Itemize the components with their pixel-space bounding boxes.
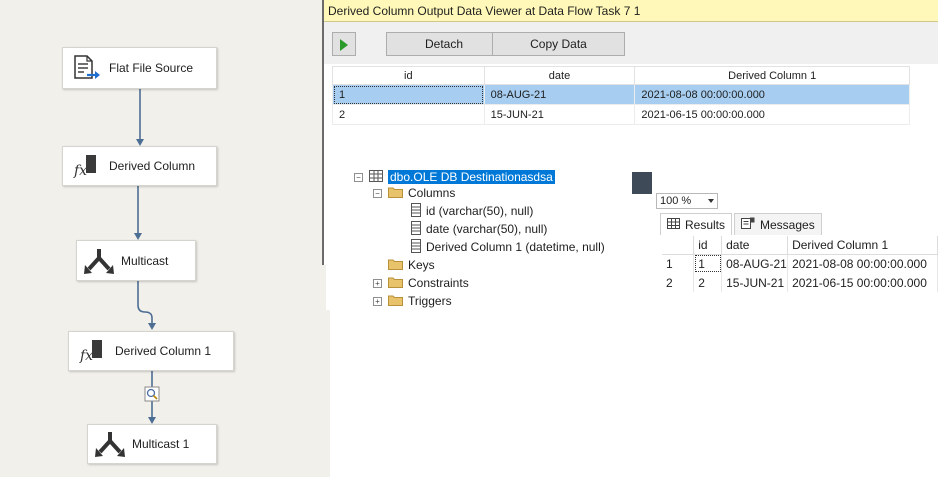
node-label: Multicast 1 (132, 437, 190, 451)
detach-button[interactable]: Detach (386, 32, 502, 56)
cell[interactable]: 2 (693, 273, 723, 292)
cell[interactable]: 08-AUG-21 (721, 254, 789, 273)
data-flow-canvas: Flat File Source fx Derived Column Multi… (0, 0, 330, 477)
arrowhead-icon (134, 233, 142, 240)
tree-node-keys[interactable]: Keys (388, 256, 435, 274)
derived-column-1-node[interactable]: fx Derived Column 1 (68, 331, 234, 371)
data-viewer-magnifier-icon[interactable] (144, 386, 160, 402)
row-number: 2 (662, 273, 695, 292)
folder-icon (388, 294, 403, 309)
arrowhead-icon (136, 139, 144, 146)
flat-file-source-node[interactable]: Flat File Source (62, 47, 217, 89)
column-header-date[interactable]: date (483, 66, 636, 85)
svg-text:fx: fx (79, 348, 93, 364)
viewer-grid: id date Derived Column 1 1 08-AUG-21 202… (332, 66, 910, 125)
table-row[interactable]: 1 1 08-AUG-21 2021-08-08 00:00:00.000 (662, 254, 938, 273)
zoom-value: 100 % (660, 195, 692, 207)
cell[interactable]: 1 (332, 84, 485, 105)
query-results-pane: 100 % Results Messages id date Derived C… (632, 172, 938, 310)
column-header-derived-column-1[interactable]: Derived Column 1 (634, 66, 910, 85)
viewer-title: Derived Column Output Data Viewer at Dat… (324, 0, 938, 22)
arrowhead-icon (148, 417, 156, 424)
chevron-down-icon (708, 199, 714, 203)
collapse-icon[interactable]: − (354, 172, 363, 182)
cell[interactable]: 2021-08-08 00:00:00.000 (787, 254, 938, 273)
tree-node-label: id (varchar(50), null) (426, 204, 534, 218)
path-multicast-to-derived1[interactable] (137, 281, 153, 324)
multicast-node[interactable]: Multicast (76, 240, 196, 281)
cell[interactable]: 1 (693, 254, 723, 273)
play-icon (340, 39, 348, 51)
cell[interactable]: 2 (332, 104, 485, 125)
tree-node-label: date (varchar(50), null) (426, 222, 548, 236)
cell[interactable]: 08-AUG-21 (483, 84, 636, 105)
continue-button[interactable] (332, 32, 356, 56)
cell[interactable]: 2021-06-15 00:00:00.000 (787, 273, 938, 292)
tree-node-column[interactable]: id (varchar(50), null) (411, 202, 533, 220)
results-tabs: Results Messages (660, 213, 824, 235)
cell[interactable]: 15-JUN-21 (483, 104, 636, 125)
viewer-toolbar: Detach Copy Data (324, 22, 938, 64)
node-label: Derived Column (109, 159, 196, 173)
results-grid: id date Derived Column 1 1 1 08-AUG-21 2… (662, 236, 938, 292)
grid-icon (667, 217, 680, 232)
flat-file-source-icon (63, 54, 109, 82)
table-row[interactable]: 2 2 15-JUN-21 2021-06-15 00:00:00.000 (662, 273, 938, 292)
column-header-id[interactable]: id (332, 66, 485, 85)
cell[interactable]: 15-JUN-21 (721, 273, 789, 292)
tab-messages[interactable]: Messages (734, 213, 822, 235)
column-icon (411, 238, 421, 256)
table-row[interactable]: 1 08-AUG-21 2021-08-08 00:00:00.000 (332, 84, 910, 105)
tree-node-label: Constraints (408, 276, 469, 290)
tree-node-label: Keys (408, 258, 435, 272)
column-header-date[interactable]: date (721, 236, 789, 255)
editor-strip (632, 172, 938, 194)
column-icon (411, 202, 421, 220)
tree-node-label: Columns (408, 186, 456, 200)
node-label: Multicast (121, 253, 169, 268)
tab-label: Results (685, 217, 726, 232)
tree-node-label: dbo.OLE DB Destinationasdsa (388, 170, 555, 184)
row-number: 1 (662, 254, 695, 273)
arrowhead-icon (148, 323, 156, 330)
folder-icon (388, 186, 403, 201)
object-explorer-tree: − dbo.OLE DB Destinationasdsa − Columns … (326, 168, 632, 310)
tab-label: Messages (760, 217, 815, 232)
folder-icon (388, 276, 403, 291)
multicast-1-node[interactable]: Multicast 1 (87, 424, 217, 464)
column-header-id[interactable]: id (693, 236, 723, 255)
tab-results[interactable]: Results (660, 213, 733, 235)
tree-node-column[interactable]: date (varchar(50), null) (411, 220, 547, 238)
tree-node-constraints[interactable]: + Constraints (373, 274, 469, 292)
table-row[interactable]: 2 15-JUN-21 2021-06-15 00:00:00.000 (332, 104, 910, 125)
cell[interactable]: 2021-08-08 00:00:00.000 (634, 84, 910, 105)
column-icon (411, 220, 421, 238)
table-icon (369, 169, 383, 185)
node-label: Flat File Source (109, 61, 194, 75)
folder-icon (388, 258, 403, 273)
collapse-icon[interactable]: − (373, 188, 382, 198)
tree-node-triggers[interactable]: + Triggers (373, 292, 452, 310)
derived-column-node[interactable]: fx Derived Column (62, 146, 217, 186)
expand-icon[interactable]: + (373, 278, 382, 288)
multicast-icon (77, 247, 121, 275)
node-label: Derived Column 1 (115, 344, 212, 358)
multicast-icon (88, 430, 132, 458)
tree-node-column[interactable]: Derived Column 1 (datetime, null) (411, 238, 605, 256)
row-number-header (662, 236, 695, 255)
cell[interactable]: 2021-06-15 00:00:00.000 (634, 104, 910, 125)
svg-text:fx: fx (73, 163, 87, 179)
expand-icon[interactable]: + (373, 296, 382, 306)
tree-node-label: Triggers (408, 294, 452, 308)
column-header-derived-column-1[interactable]: Derived Column 1 (787, 236, 938, 255)
copy-data-button[interactable]: Copy Data (492, 32, 625, 56)
messages-icon (741, 217, 755, 232)
zoom-dropdown[interactable]: 100 % (656, 193, 718, 209)
tree-node-label: Derived Column 1 (datetime, null) (426, 240, 605, 254)
derived-column-icon: fx (69, 338, 115, 364)
derived-column-icon: fx (63, 153, 109, 179)
tree-node-columns[interactable]: − Columns (373, 184, 455, 202)
